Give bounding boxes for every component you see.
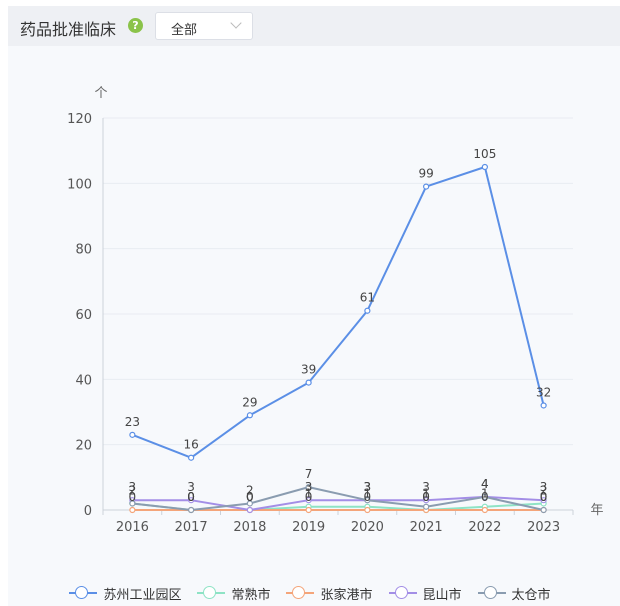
legend-label: 太仓市 — [511, 587, 551, 603]
x-tick-label: 2023 — [527, 520, 560, 535]
data-point — [364, 307, 371, 314]
data-label: 39 — [301, 363, 316, 377]
y-tick-label: 40 — [75, 373, 92, 388]
data-point — [423, 183, 430, 190]
data-label: 2 — [129, 483, 137, 497]
data-label: 23 — [125, 415, 140, 429]
data-point — [540, 506, 547, 514]
x-tick-label: 2020 — [351, 520, 384, 535]
data-point — [188, 506, 195, 514]
y-tick-label: 80 — [75, 243, 92, 258]
x-axis-label: 年 — [590, 503, 603, 518]
legend-item[interactable]: 张家港市 — [286, 584, 373, 603]
legend-label: 张家港市 — [320, 587, 373, 603]
data-point — [188, 454, 195, 461]
data-point — [364, 506, 371, 514]
data-label: 1 — [422, 487, 430, 501]
data-point — [129, 506, 136, 514]
y-tick-label: 20 — [75, 439, 92, 454]
data-point — [129, 431, 136, 438]
data-point — [481, 506, 488, 514]
x-tick-label: 2019 — [292, 520, 325, 535]
x-tick-label: 2016 — [116, 520, 149, 535]
data-label: 0 — [481, 490, 489, 504]
data-point — [540, 402, 547, 409]
data-point — [246, 412, 253, 419]
series-layer — [129, 163, 547, 514]
legend-marker-icon — [286, 586, 315, 600]
data-label: 105 — [473, 147, 496, 161]
legend-marker-icon — [388, 586, 417, 600]
data-point — [305, 506, 312, 514]
data-label: 2 — [246, 483, 254, 497]
legend-item[interactable]: 苏州工业园区 — [69, 584, 181, 603]
legend: 苏州工业园区 常熟市 张家港市 昆山市 太仓市 — [0, 583, 620, 603]
y-tick-label: 120 — [67, 112, 92, 127]
x-tick-label: 2017 — [175, 520, 208, 535]
data-label: 3 — [305, 480, 313, 494]
legend-marker-icon — [477, 586, 506, 600]
line-chart: 0204060801001202016 2017 2018 2019 2020 2021 2… — [67, 86, 603, 535]
y-tick-label: 100 — [67, 177, 92, 192]
data-label: 0 — [540, 490, 548, 504]
y-tick-label: 60 — [75, 308, 92, 323]
x-tick-label: 2018 — [233, 520, 266, 535]
data-point — [423, 503, 430, 510]
legend-label: 常熟市 — [231, 587, 271, 603]
x-tick-label: 2021 — [410, 520, 443, 535]
data-label: 4 — [481, 477, 489, 491]
legend-label: 昆山市 — [422, 587, 462, 603]
y-axis-label: 个 — [94, 86, 107, 101]
legend-item[interactable]: 常熟市 — [197, 584, 270, 603]
grid-lines — [103, 117, 573, 446]
data-label: 29 — [242, 395, 257, 409]
legend-label: 苏州工业园区 — [103, 587, 182, 603]
data-label: 0 — [187, 490, 195, 504]
data-point — [305, 379, 312, 386]
data-label: 99 — [418, 167, 433, 181]
data-label: 16 — [183, 438, 198, 452]
data-point — [481, 163, 488, 171]
data-label: 32 — [536, 385, 551, 399]
legend-marker-icon — [69, 586, 98, 600]
axes: 0204060801001202016 2017 2018 2019 2020 2021 2… — [67, 112, 574, 535]
data-labels-layer: 231629396199105322 0 0 1 1 0 1 20 0 0 0 0 0 0 03 303 3 3 4… — [125, 147, 552, 504]
y-tick-label: 0 — [84, 504, 92, 519]
x-tick-label: 2022 — [468, 520, 501, 535]
legend-item[interactable]: 昆山市 — [388, 584, 462, 603]
data-point — [246, 506, 253, 514]
data-label: 3 — [364, 480, 372, 494]
data-label: 7 — [305, 467, 313, 481]
series-line — [132, 166, 545, 459]
legend-marker-icon — [197, 586, 226, 600]
legend-item[interactable]: 太仓市 — [477, 584, 551, 603]
data-label: 61 — [360, 291, 375, 305]
